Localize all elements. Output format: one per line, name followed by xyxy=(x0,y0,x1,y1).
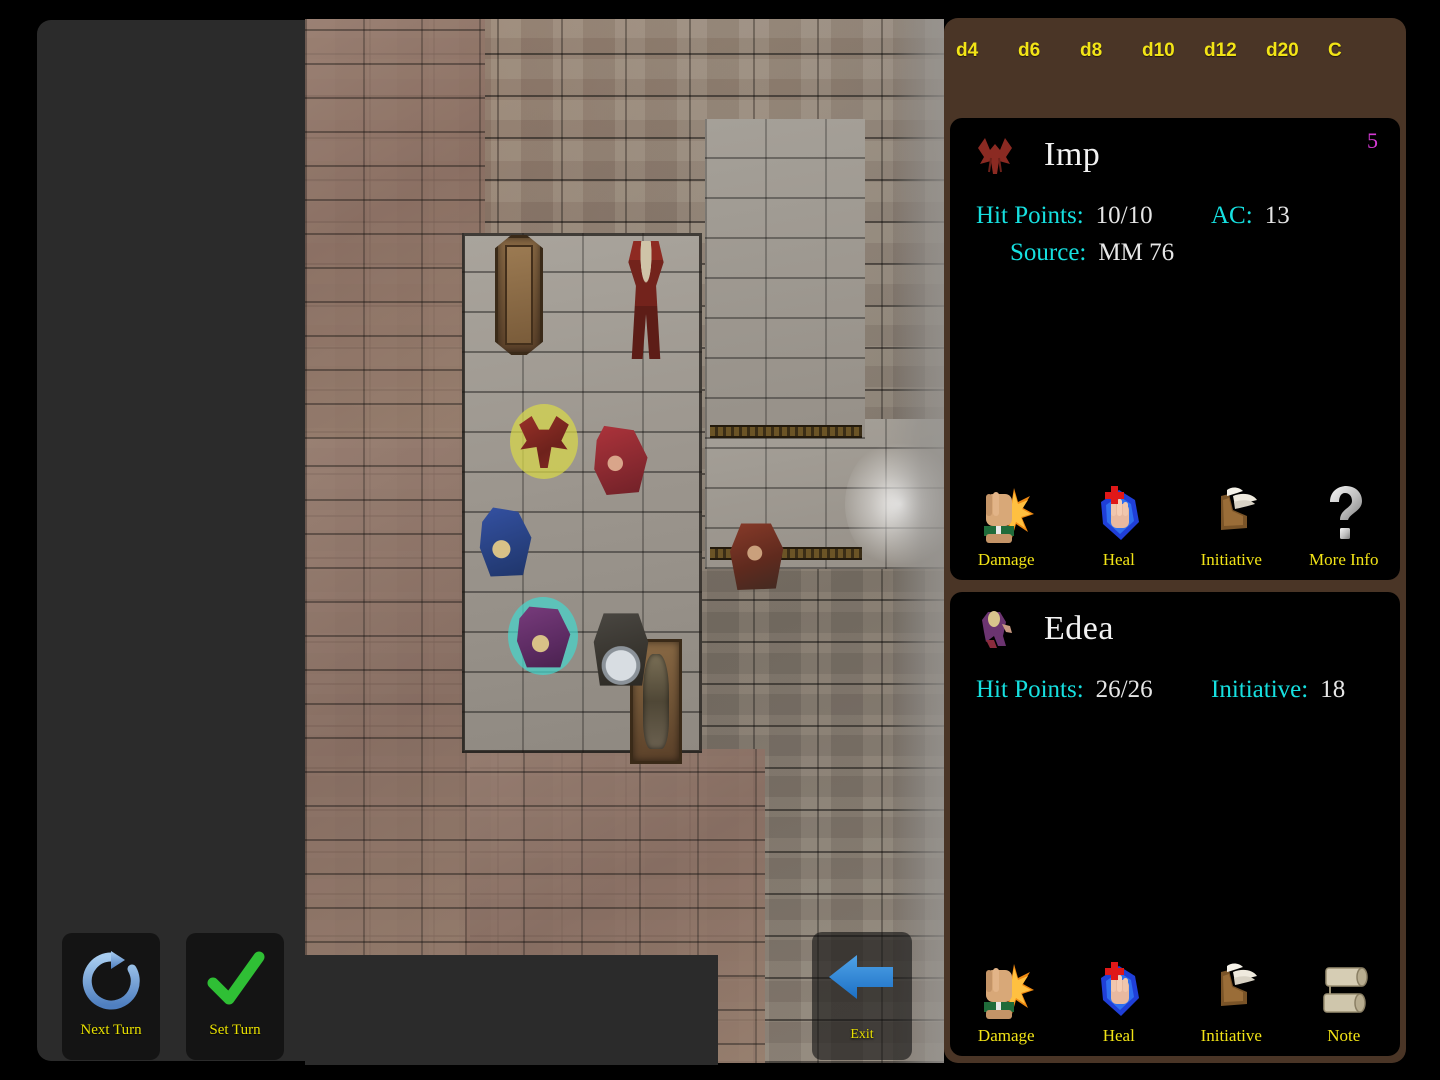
initiative-label: Initiative xyxy=(1200,550,1262,569)
damage-action-button[interactable]: Damage xyxy=(950,484,1063,570)
stat-initiative-label: Initiative: xyxy=(1211,676,1309,703)
note-label: Note xyxy=(1327,1026,1361,1045)
more-info-action-button[interactable]: More Info xyxy=(1288,484,1401,570)
card-order-badge: 5 xyxy=(1367,128,1378,153)
stat-source-label: Source: xyxy=(1010,239,1087,266)
left-side-panel xyxy=(37,20,305,1061)
blue-robed-mage-body xyxy=(479,507,532,577)
left-arrow-icon xyxy=(829,955,893,999)
fist-burst-icon xyxy=(984,964,1035,1019)
map-bottom-overlay-panel xyxy=(305,955,718,1065)
card-title: Edea xyxy=(1044,610,1114,647)
dice-d20-button[interactable]: d20 xyxy=(1262,40,1324,62)
edea-token[interactable] xyxy=(512,604,574,670)
card-action-bar: Damage Heal xyxy=(950,484,1400,570)
stat-source-value: MM 76 xyxy=(1098,239,1175,266)
battle-map-app: Next Turn Set Turn Exit d4 d6 d8 d10 d12… xyxy=(0,0,1440,1080)
stat-hit-points: Hit Points: 10/10 xyxy=(976,202,1175,230)
imp-token-icon xyxy=(972,132,1018,178)
stat-hit-points-value: 26/26 xyxy=(1095,676,1153,703)
card-action-bar: Damage Heal xyxy=(950,960,1400,1046)
imp-token-body xyxy=(519,415,569,469)
damage-label: Damage xyxy=(977,1026,1035,1045)
corridor-north xyxy=(705,119,865,439)
winged-boot-icon xyxy=(1221,487,1258,530)
skeleton-warrior-token[interactable] xyxy=(625,241,667,359)
set-turn-label: Set Turn xyxy=(209,1022,261,1038)
card-header: Edea xyxy=(950,592,1400,666)
healing-hand-icon xyxy=(1100,962,1139,1016)
heal-action-button[interactable]: Heal xyxy=(1063,960,1176,1046)
next-turn-button[interactable]: Next Turn xyxy=(62,933,160,1060)
exit-label: Exit xyxy=(850,1027,874,1042)
card-title: Imp xyxy=(1044,136,1101,173)
red-cloaked-rogue-body xyxy=(594,425,648,495)
scroll-icon xyxy=(1323,967,1368,1013)
stat-ac-label: AC: xyxy=(1211,202,1253,229)
damage-label: Damage xyxy=(977,550,1035,569)
initiative-action-button[interactable]: Initiative xyxy=(1175,484,1288,570)
card-stats: Hit Points: 10/10 AC: 13 Source: MM 76 xyxy=(950,192,1400,267)
shield-fighter-token[interactable] xyxy=(590,605,652,689)
edea-token-body xyxy=(516,606,571,668)
card-stats: Hit Points: 26/26 Initiative: 18 xyxy=(950,666,1400,704)
set-turn-button[interactable]: Set Turn xyxy=(186,933,284,1060)
dice-d8-button[interactable]: d8 xyxy=(1076,40,1138,62)
heal-action-button[interactable]: Heal xyxy=(1063,484,1176,570)
winged-boot-icon xyxy=(1221,963,1258,1006)
dice-clear-button[interactable]: C xyxy=(1324,40,1386,62)
skeleton-warrior-body xyxy=(628,241,664,359)
dice-roll-bar: d4 d6 d8 d10 d12 d20 C xyxy=(944,18,1406,88)
edea-token-icon xyxy=(972,606,1018,652)
blue-robed-mage-token[interactable] xyxy=(475,506,535,578)
initiative-label: Initiative xyxy=(1200,1026,1262,1045)
dice-d12-button[interactable]: d12 xyxy=(1200,40,1262,62)
heal-label: Heal xyxy=(1102,1026,1135,1045)
stat-ac-value: 13 xyxy=(1264,202,1290,229)
closed-coffin-prop[interactable] xyxy=(495,235,543,355)
imp-token[interactable] xyxy=(513,411,575,473)
stat-initiative-value: 18 xyxy=(1320,676,1346,703)
crossbow-guard-body xyxy=(729,523,784,591)
card-header: Imp 5 xyxy=(950,118,1400,192)
stat-hit-points-label: Hit Points: xyxy=(976,202,1084,229)
dice-d10-button[interactable]: d10 xyxy=(1138,40,1200,62)
next-turn-label: Next Turn xyxy=(80,1022,142,1038)
question-mark-icon xyxy=(1329,486,1362,539)
battle-map-canvas[interactable] xyxy=(305,19,944,1063)
damage-action-button[interactable]: Damage xyxy=(950,960,1063,1046)
creature-card-edea[interactable]: Edea Hit Points: 26/26 Initiative: 18 Da… xyxy=(950,592,1400,1056)
refresh-circle-arrow-icon xyxy=(82,951,140,1010)
battle-map-viewport[interactable] xyxy=(305,19,944,1063)
door-bars-north-east[interactable] xyxy=(710,425,862,438)
dice-d4-button[interactable]: d4 xyxy=(952,40,1014,62)
stat-source: Source: MM 76 xyxy=(976,239,1175,267)
stat-ac: AC: 13 xyxy=(1175,202,1374,230)
note-action-button[interactable]: Note xyxy=(1288,960,1401,1046)
green-checkmark-icon xyxy=(207,951,265,1005)
exit-button[interactable]: Exit xyxy=(812,932,912,1060)
shield-fighter-body xyxy=(593,613,649,686)
initiative-action-button[interactable]: Initiative xyxy=(1175,960,1288,1046)
right-sidebar: d4 d6 d8 d10 d12 d20 C Imp 5 Hit Points:… xyxy=(944,18,1406,1063)
healing-hand-icon xyxy=(1100,486,1139,540)
red-cloaked-rogue-token[interactable] xyxy=(588,423,650,495)
stat-hit-points-value: 10/10 xyxy=(1095,202,1153,229)
stat-hit-points: Hit Points: 26/26 xyxy=(976,676,1175,704)
creature-card-imp[interactable]: Imp 5 Hit Points: 10/10 AC: 13 Source: M… xyxy=(950,118,1400,580)
crossbow-guard-token[interactable] xyxy=(725,519,787,593)
dice-d6-button[interactable]: d6 xyxy=(1014,40,1076,62)
fist-burst-icon xyxy=(984,488,1035,543)
brick-wall-upper-left xyxy=(305,19,485,439)
heal-label: Heal xyxy=(1102,550,1135,569)
map-edge-shade xyxy=(888,19,944,1063)
more-info-label: More Info xyxy=(1309,550,1379,569)
stat-hit-points-label: Hit Points: xyxy=(976,676,1084,703)
coffin-lid xyxy=(505,245,533,345)
stat-initiative: Initiative: 18 xyxy=(1175,676,1374,704)
